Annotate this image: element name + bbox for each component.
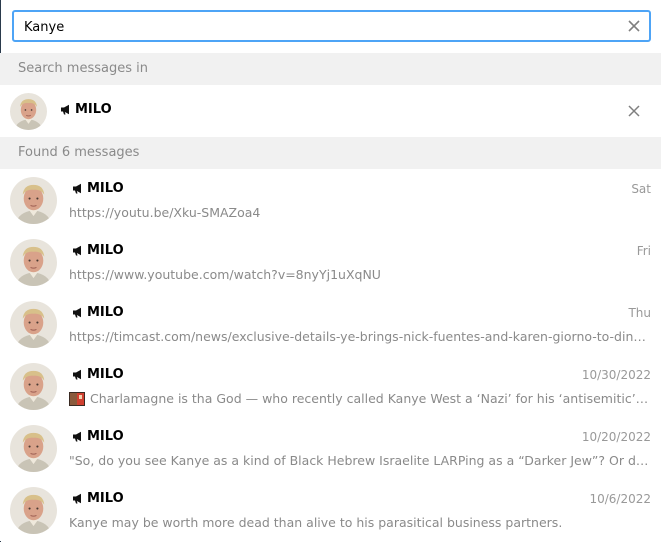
scope-channel-name: MILO	[75, 102, 112, 117]
result-snippet-text: Charlamagne is tha God — who recently ca…	[90, 391, 651, 406]
megaphone-icon	[73, 493, 81, 504]
result-channel-name: MILO	[87, 491, 124, 506]
close-icon[interactable]	[626, 103, 642, 119]
avatar	[10, 239, 57, 286]
megaphone-icon	[61, 104, 69, 115]
results-count-label: Found 6 messages	[18, 145, 140, 160]
result-snippet: "So, do you see Kanye as a kind of Black…	[69, 453, 651, 468]
result-channel-name: MILO	[87, 305, 124, 320]
result-item[interactable]: MILO 10/6/2022 Kanye may be worth more d…	[0, 479, 661, 541]
result-snippet: Kanye may be worth more dead than alive …	[69, 515, 651, 530]
result-channel-name: MILO	[87, 243, 124, 258]
avatar	[10, 425, 57, 472]
result-snippet: https://www.youtube.com/watch?v=8nyYj1uX…	[69, 267, 651, 282]
result-snippet-text: https://youtu.be/Xku-SMAZoa4	[69, 205, 261, 220]
result-channel-name: MILO	[87, 429, 124, 444]
results-section-header: Found 6 messages	[0, 137, 661, 169]
result-date: Fri	[636, 244, 651, 258]
result-item[interactable]: MILO 10/30/2022 Charlamagne is tha God —…	[0, 355, 661, 417]
avatar	[10, 93, 47, 130]
result-item[interactable]: MILO Fri https://www.youtube.com/watch?v…	[0, 231, 661, 293]
result-title: MILO	[72, 429, 124, 444]
scope-section-label: Search messages in	[18, 61, 148, 76]
result-title: MILO	[72, 305, 124, 320]
megaphone-icon	[73, 431, 81, 442]
scope-channel-title: MILO	[60, 102, 112, 117]
result-date: Sat	[631, 182, 651, 196]
avatar	[10, 301, 57, 348]
result-title: MILO	[72, 491, 124, 506]
result-snippet-text: https://timcast.com/news/exclusive-detai…	[69, 329, 651, 344]
result-item[interactable]: MILO Thu https://timcast.com/news/exclus…	[0, 293, 661, 355]
media-thumbnail-icon	[69, 391, 85, 406]
megaphone-icon	[73, 183, 81, 194]
scope-section-header: Search messages in	[0, 53, 661, 85]
search-input[interactable]	[24, 18, 614, 36]
megaphone-icon	[73, 245, 81, 256]
search-bar[interactable]	[12, 10, 651, 42]
avatar	[10, 177, 57, 224]
result-date: Thu	[628, 306, 651, 320]
avatar	[10, 363, 57, 410]
megaphone-icon	[73, 369, 81, 380]
result-snippet: Charlamagne is tha God — who recently ca…	[69, 391, 651, 406]
avatar	[10, 487, 57, 534]
megaphone-icon	[73, 307, 81, 318]
result-channel-name: MILO	[87, 181, 124, 196]
result-channel-name: MILO	[87, 367, 124, 382]
result-snippet-text: https://www.youtube.com/watch?v=8nyYj1uX…	[69, 267, 381, 282]
result-title: MILO	[72, 243, 124, 258]
result-title: MILO	[72, 367, 124, 382]
result-snippet: https://timcast.com/news/exclusive-detai…	[69, 329, 651, 344]
result-snippet: https://youtu.be/Xku-SMAZoa4	[69, 205, 651, 220]
clear-search-icon[interactable]	[625, 17, 643, 35]
scope-channel-row: MILO	[0, 85, 661, 137]
result-date: 10/30/2022	[581, 368, 651, 382]
result-date: 10/6/2022	[589, 492, 651, 506]
result-item[interactable]: MILO 10/20/2022 "So, do you see Kanye as…	[0, 417, 661, 479]
result-snippet-text: "So, do you see Kanye as a kind of Black…	[69, 453, 651, 468]
result-snippet-text: Kanye may be worth more dead than alive …	[69, 515, 563, 530]
result-item[interactable]: MILO Sat https://youtu.be/Xku-SMAZoa4	[0, 169, 661, 231]
result-date: 10/20/2022	[581, 430, 651, 444]
result-title: MILO	[72, 181, 124, 196]
